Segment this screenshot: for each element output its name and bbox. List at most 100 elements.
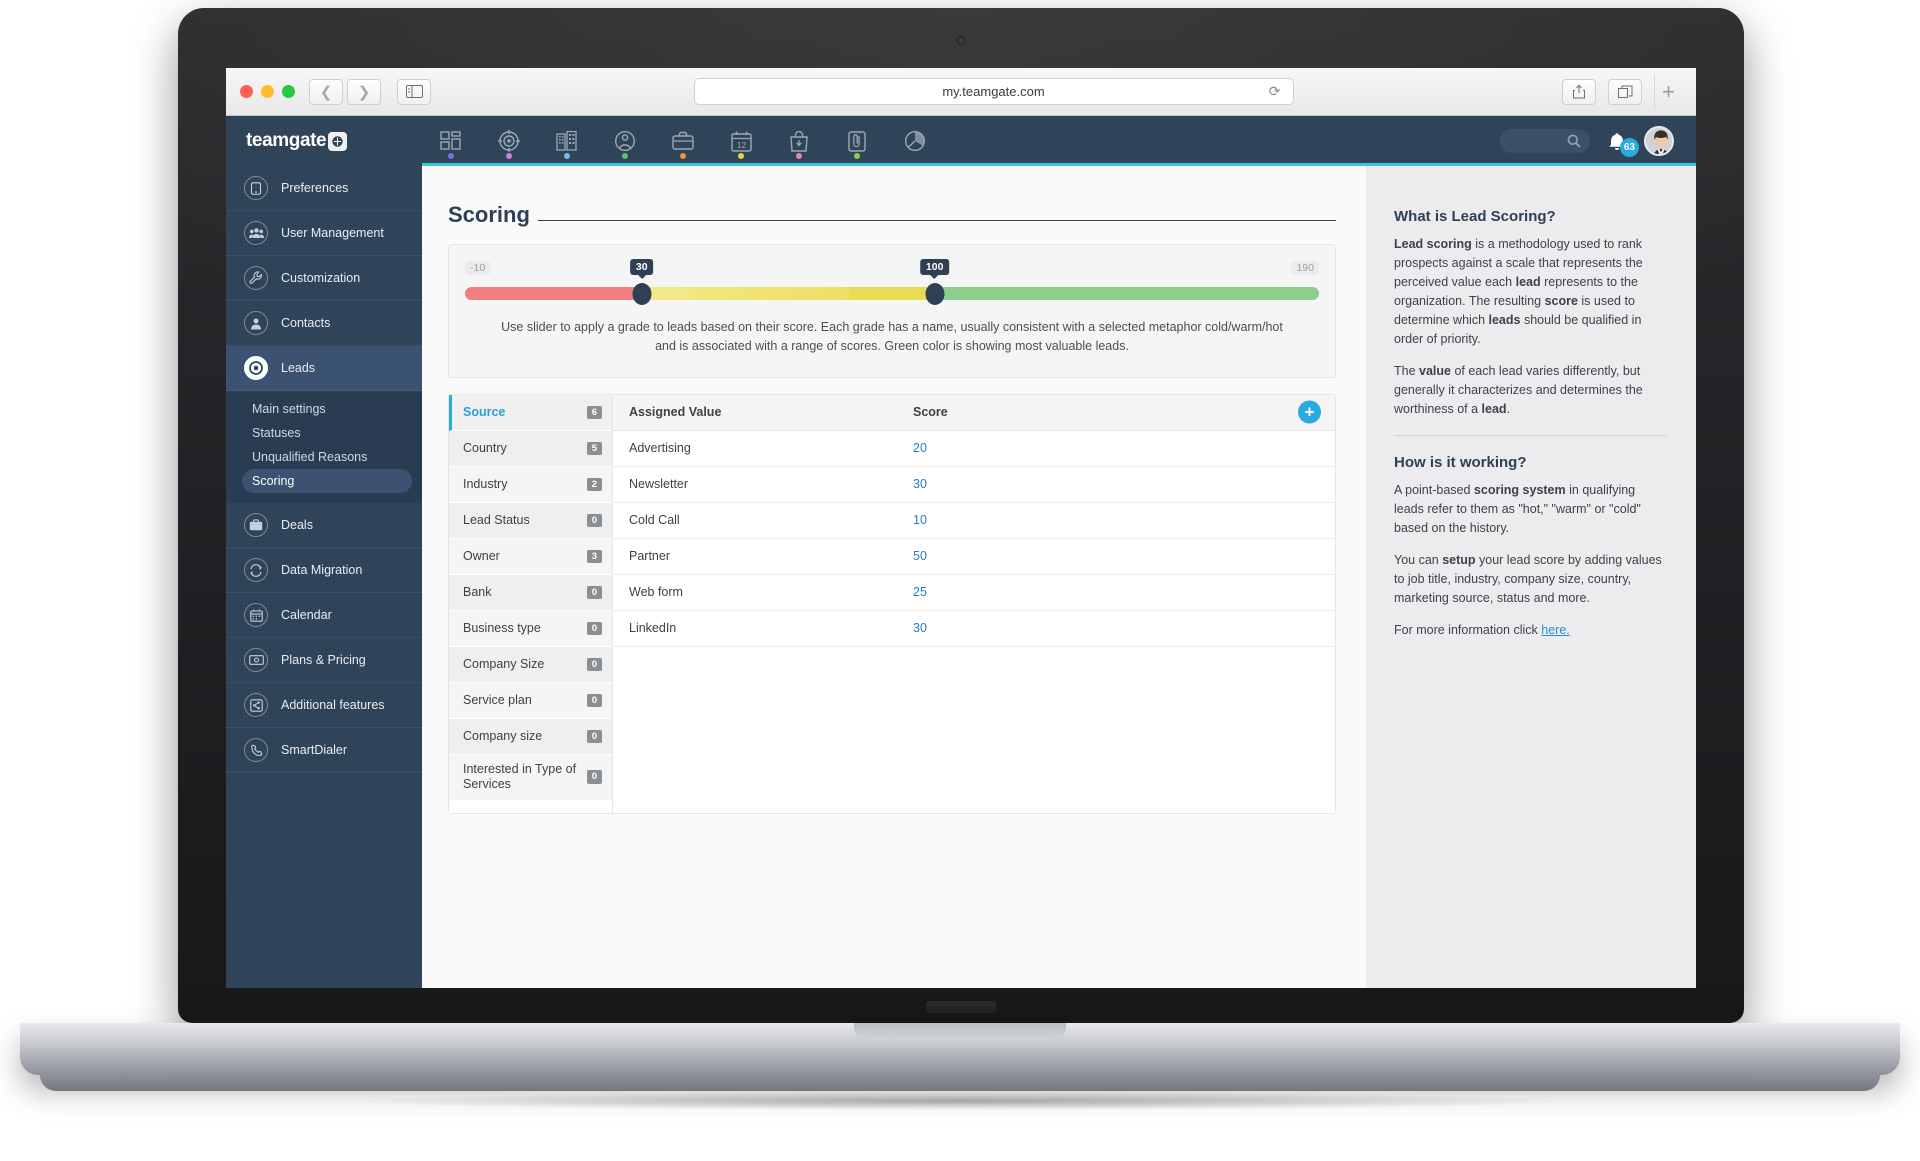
subnav-item-scoring[interactable]: Scoring <box>242 469 412 493</box>
nav-dot-dashboard <box>448 153 454 159</box>
help-bold-setup: setup <box>1442 553 1476 567</box>
help-heading-what-is-lead-scoring: What is Lead Scoring? <box>1394 208 1556 225</box>
field-row-company-size-1[interactable]: Company Size 0 <box>449 646 612 683</box>
table-row[interactable]: Newsletter 30 <box>613 467 1335 503</box>
maximize-window-button[interactable] <box>282 85 295 98</box>
settings-sidebar: Preferences User Management Customizatio… <box>226 166 422 988</box>
nav-dot-companies <box>564 153 570 159</box>
laptop-shadow <box>120 1088 1800 1114</box>
slider-description: Use slider to apply a grade to leads bas… <box>501 320 1283 354</box>
sidebar-label: Additional features <box>281 698 385 712</box>
brand-name: teamgate <box>246 130 327 151</box>
subnav-label: Scoring <box>252 474 295 488</box>
sidebar-label: Contacts <box>281 316 331 330</box>
scoring-slider-card: -10 190 30 100 Use slider to apply a gra… <box>448 244 1336 378</box>
slider-scale: -10 190 30 100 <box>465 259 1319 281</box>
wrench-icon <box>244 266 268 290</box>
sidebar-label: Preferences <box>281 181 349 195</box>
tabs-overview-icon[interactable] <box>1608 78 1642 105</box>
field-row-industry[interactable]: Industry 2 <box>449 466 612 503</box>
slider-handle-cold-warm[interactable] <box>632 282 652 305</box>
share-icon[interactable] <box>1562 78 1596 105</box>
svg-text:12: 12 <box>736 140 746 150</box>
help-paragraph-3: A point-based scoring system in qualifyi… <box>1394 481 1666 538</box>
table-row[interactable]: Advertising 20 <box>613 431 1335 467</box>
sidebar-item-contacts[interactable]: Contacts <box>226 301 422 346</box>
nav-deals[interactable] <box>654 116 712 166</box>
sidebar-label: Leads <box>281 361 316 375</box>
back-button[interactable]: ❮ <box>309 78 343 105</box>
sidebar-item-leads[interactable]: Leads <box>226 346 422 391</box>
sidebar-item-customization[interactable]: Customization <box>226 256 422 301</box>
nav-leads[interactable] <box>480 116 538 166</box>
reload-icon[interactable]: ⟳ <box>1269 83 1281 100</box>
nav-calendar[interactable]: 12 <box>712 116 770 166</box>
address-bar-wrap: my.teamgate.com ⟳ <box>435 78 1552 105</box>
preferences-icon <box>244 176 268 200</box>
field-row-source[interactable]: Source 6 <box>449 394 612 431</box>
field-row-country[interactable]: Country 5 <box>449 430 612 467</box>
sidebar-item-deals[interactable]: Deals <box>226 503 422 548</box>
values-table: Assigned Value Score + Advertising 20 Ne… <box>613 394 1335 813</box>
url-text: my.teamgate.com <box>942 84 1045 99</box>
minimize-window-button[interactable] <box>261 85 274 98</box>
sidebar-item-user-management[interactable]: User Management <box>226 211 422 256</box>
field-row-interested-in-type-of-services[interactable]: Interested in Type of Services 0 <box>449 754 612 801</box>
field-row-lead-status[interactable]: Lead Status 0 <box>449 502 612 539</box>
field-row-company-size-2[interactable]: Company size 0 <box>449 718 612 755</box>
field-row-service-plan[interactable]: Service plan 0 <box>449 682 612 719</box>
subnav-label: Main settings <box>252 402 326 416</box>
sidebar-item-data-migration[interactable]: Data Migration <box>226 548 422 593</box>
brand-mark-icon <box>328 131 348 151</box>
subnav-item-unqualified-reasons[interactable]: Unqualified Reasons <box>226 445 422 469</box>
avatar[interactable] <box>1644 126 1674 156</box>
close-window-button[interactable] <box>240 85 253 98</box>
cell-score: 30 <box>913 621 927 636</box>
sidebar-item-preferences[interactable]: Preferences <box>226 166 422 211</box>
search-input[interactable] <box>1500 129 1590 153</box>
notifications-badge: 63 <box>1619 138 1639 157</box>
slider-handle-warm-hot[interactable] <box>925 282 945 305</box>
nav-documents[interactable] <box>828 116 886 166</box>
sidebar-item-calendar[interactable]: Calendar <box>226 593 422 638</box>
address-bar[interactable]: my.teamgate.com ⟳ <box>693 78 1294 105</box>
help-text: For more information click <box>1394 623 1542 637</box>
subnav-item-statuses[interactable]: Statuses <box>226 421 422 445</box>
sidebar-toggle-icon[interactable] <box>397 78 431 105</box>
slider-handle2-value: 100 <box>919 259 950 275</box>
field-label: Bank <box>463 585 492 600</box>
table-row[interactable]: Web form 25 <box>613 575 1335 611</box>
help-here-link[interactable]: here. <box>1541 623 1570 637</box>
help-heading-how-is-it-working: How is it working? <box>1394 454 1527 471</box>
new-tab-button[interactable]: + <box>1654 74 1682 109</box>
nav-products[interactable] <box>770 116 828 166</box>
nav-dashboard[interactable] <box>422 116 480 166</box>
nav-dot-documents <box>854 153 860 159</box>
brand-logo[interactable]: teamgate <box>226 130 422 152</box>
field-row-owner[interactable]: Owner 3 <box>449 538 612 575</box>
field-count: 0 <box>586 693 602 707</box>
data-migration-icon <box>244 558 268 582</box>
nav-companies[interactable] <box>538 116 596 166</box>
sidebar-item-plans-pricing[interactable]: Plans & Pricing <box>226 638 422 683</box>
table-row[interactable]: Partner 50 <box>613 539 1335 575</box>
field-count: 0 <box>586 729 602 743</box>
nav-reports[interactable] <box>886 116 944 166</box>
forward-button[interactable]: ❯ <box>347 78 381 105</box>
help-bold-score: score <box>1544 294 1578 308</box>
window-controls[interactable] <box>240 85 295 98</box>
field-count: 0 <box>586 513 602 527</box>
table-row[interactable]: LinkedIn 30 <box>613 611 1335 647</box>
leads-target-icon <box>244 356 268 380</box>
sidebar-item-smartdialer[interactable]: SmartDialer <box>226 728 422 773</box>
add-value-button[interactable]: + <box>1298 400 1321 424</box>
subnav-item-main-settings[interactable]: Main settings <box>226 397 422 421</box>
sidebar-item-additional-features[interactable]: Additional features <box>226 683 422 728</box>
nav-contacts[interactable] <box>596 116 654 166</box>
field-row-bank[interactable]: Bank 0 <box>449 574 612 611</box>
table-row[interactable]: Cold Call 10 <box>613 503 1335 539</box>
notifications-button[interactable]: 63 <box>1604 128 1639 157</box>
field-row-business-type[interactable]: Business type 0 <box>449 610 612 647</box>
help-bold-lead-scoring: Lead scoring <box>1394 237 1472 251</box>
score-range-slider[interactable] <box>465 282 1319 305</box>
